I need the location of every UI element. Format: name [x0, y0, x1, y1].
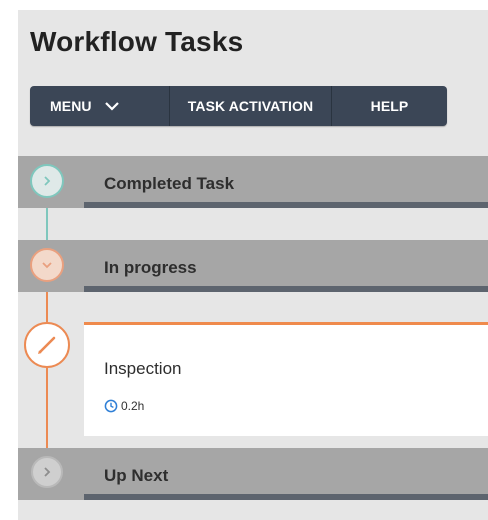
task-activation-button[interactable]: TASK ACTIVATION [170, 86, 332, 126]
help-label: HELP [370, 98, 409, 114]
task-duration: 0.2h [104, 399, 144, 413]
stage-completed-label: Completed Task [104, 174, 235, 193]
task-duration-value: 0.2h [121, 399, 145, 413]
stage-in-progress-label: In progress [104, 258, 197, 277]
task-activation-label: TASK ACTIVATION [187, 98, 314, 114]
task-card-inspection[interactable]: Inspection 0.2h [84, 322, 488, 436]
chevron-right-icon [44, 176, 51, 186]
menu-button[interactable]: MENU [30, 86, 170, 126]
stage-completed[interactable]: Completed Task [18, 156, 488, 208]
stage-up-next[interactable]: Up Next [18, 448, 488, 500]
toolbar: MENU TASK ACTIVATION HELP [30, 86, 447, 126]
stage-in-progress[interactable]: In progress [18, 240, 488, 292]
stage-up-next-label: Up Next [104, 466, 169, 485]
up-next-stage-toggle[interactable] [31, 456, 63, 488]
chevron-down-icon [42, 262, 52, 269]
menu-label: MENU [50, 98, 92, 114]
active-task-marker [24, 322, 70, 368]
page-title: Workflow Tasks [30, 26, 244, 57]
timeline-connector-active [46, 368, 48, 456]
chevron-down-icon [104, 102, 119, 111]
chevron-right-icon [44, 467, 51, 477]
stage-divider [84, 494, 488, 500]
help-button[interactable]: HELP [332, 86, 447, 126]
clock-icon [104, 399, 118, 413]
workflow-panel: Workflow Tasks MENU TASK ACTIVATION HELP… [18, 10, 488, 520]
pencil-icon [38, 336, 56, 354]
stage-divider [84, 286, 488, 292]
completed-stage-toggle[interactable] [30, 164, 64, 198]
stage-divider [84, 202, 488, 208]
task-title: Inspection [104, 359, 182, 378]
in-progress-stage-toggle[interactable] [30, 248, 64, 282]
